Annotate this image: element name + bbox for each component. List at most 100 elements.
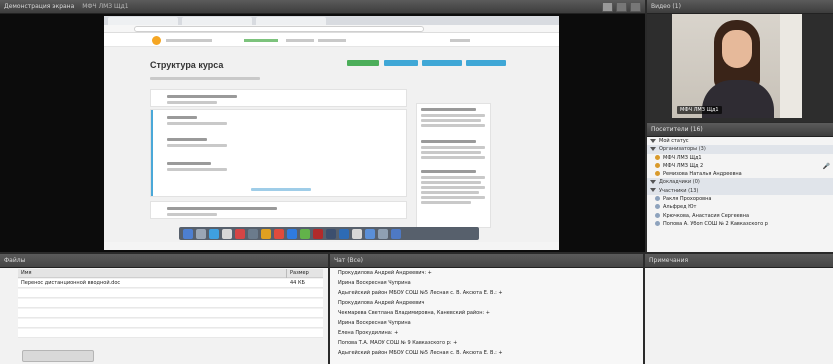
app-icon (378, 228, 388, 239)
screen-share-pod: Демонстрация экрана МФЧ ЛМЗ Щд1 Структур… (0, 0, 645, 252)
attendee-group-presenters[interactable]: Докладчики (0) (647, 178, 833, 187)
attendee-row[interactable]: Ракля Прохоровна (647, 195, 833, 203)
site-logo-icon (152, 36, 161, 45)
notes-title-bar: Примечания (645, 254, 833, 268)
chat-message: Прокудилова Андрей Андреевич: + (338, 270, 432, 276)
course-side-panel (416, 103, 491, 228)
chat-message: Ирина Воскресная Чуприна (338, 280, 411, 286)
browser-tab (108, 17, 178, 25)
files-pod: Файлы Имя Размер Перенос дистанционной в… (0, 254, 328, 364)
file-row-empty (18, 319, 323, 328)
page-action-button (347, 60, 379, 66)
group-label: Участники (13) (659, 187, 699, 194)
microphone-icon: 🎤 (822, 162, 830, 170)
app-icon (391, 228, 401, 239)
site-nav-placeholder (286, 39, 314, 42)
attendee-row[interactable]: МФЧ ЛМЗ Щд1 (647, 154, 833, 162)
chat-messages: Прокудилова Андрей Андреевич: + Ирина Во… (330, 268, 643, 364)
site-user-placeholder (450, 39, 470, 42)
chat-message: Прокудилова Андрей Андреевич (338, 300, 425, 306)
fullscreen-icon[interactable] (616, 2, 627, 12)
attendee-row[interactable]: Крючкова, Анастасия Сергеевна (647, 212, 833, 220)
course-section-card (150, 89, 407, 107)
participant-icon (655, 212, 660, 218)
camera-title: Видео (1) (651, 3, 681, 10)
download-file-button[interactable] (22, 350, 94, 362)
files-title: Файлы (4, 257, 26, 264)
site-nav-placeholder (166, 39, 212, 42)
chat-message: Попова Т.А. МАОУ СОШ № 9 Кавказского р: … (338, 340, 458, 346)
share-pod-tools (602, 2, 641, 12)
notes-pod: Примечания (645, 254, 833, 364)
host-icon (655, 162, 660, 168)
page-action-button (466, 60, 506, 66)
screen-share-title-bar: Демонстрация экрана МФЧ ЛМЗ Щд1 (0, 0, 645, 14)
app-icon (274, 228, 284, 239)
browser-address-bar (104, 25, 559, 33)
app-icon (196, 228, 206, 239)
group-label: Организаторы (3) (659, 146, 706, 153)
page-subtitle-placeholder (150, 77, 260, 80)
attendee-name: Альфред Ют (663, 204, 697, 211)
status-icon (650, 138, 656, 143)
attendee-row[interactable]: МФЧ ЛМЗ Щд 2 🎤 (647, 162, 833, 170)
attendees-pod: Посетители (16) Мой статус Организаторы … (647, 123, 833, 252)
url-field (134, 26, 424, 32)
files-title-bar: Файлы (0, 254, 328, 268)
chat-message: Елена Прокудилина: + (338, 330, 399, 336)
file-row-empty (18, 329, 323, 338)
attendee-group-participants[interactable]: Участники (13) (647, 186, 833, 196)
course-section-card (150, 109, 407, 197)
page-action-button (422, 60, 462, 66)
column-name-header[interactable]: Имя (21, 269, 32, 278)
notes-title: Примечания (649, 257, 689, 264)
group-label: Докладчики (0) (659, 179, 700, 186)
site-header (104, 33, 559, 47)
app-icon (300, 228, 310, 239)
app-icon (365, 228, 375, 239)
shared-desktop-view: Структура курса (104, 16, 559, 250)
participant-icon (655, 204, 660, 210)
app-icon (339, 228, 349, 239)
participant-icon (655, 220, 660, 226)
column-size-header[interactable]: Размер (286, 269, 309, 278)
chat-title-bar: Чат (Все) (330, 254, 643, 268)
browser-tab (256, 17, 326, 25)
attendee-name: Крючкова, Анастасия Сергеевна (663, 212, 750, 219)
attendees-title: Посетители (16) (651, 126, 703, 133)
attendee-name: МФЧ ЛМЗ Щд 2 (663, 162, 704, 169)
attendee-group-hosts[interactable]: Организаторы (3) (647, 145, 833, 154)
pod-menu-icon[interactable] (630, 2, 641, 12)
expand-icon (650, 146, 656, 151)
attendee-row[interactable]: Попова А. Убоп СОШ № 2 Кавказского р (647, 220, 833, 228)
camera-name-label: МФЧ ЛМЗ Щд1 (677, 106, 722, 114)
host-icon (655, 171, 660, 177)
file-size: 44 КБ (290, 280, 305, 286)
app-icon (261, 228, 271, 239)
my-status-row[interactable]: Мой статус (647, 137, 833, 145)
app-icon (248, 228, 258, 239)
fit-to-screen-icon[interactable] (602, 2, 613, 12)
attendee-name: МФЧ ЛМЗ Щд1 (663, 154, 702, 161)
file-row[interactable]: Перенос дистанционной вводной.doc 44 КБ (18, 279, 323, 288)
site-nav-placeholder (318, 39, 346, 42)
attendee-row[interactable]: Альфред Ют (647, 203, 833, 211)
attendee-name: Ракля Прохоровна (663, 196, 712, 203)
attendee-row[interactable]: Ремизова Наталья Андреевна (647, 170, 833, 178)
chat-message: Ирина Воскресная Чуприна (338, 320, 411, 326)
macos-dock (179, 227, 479, 240)
file-row-empty (18, 289, 323, 298)
course-title: Структура курса (150, 60, 224, 70)
file-row-empty (18, 309, 323, 318)
webcam-video (672, 14, 802, 118)
participant-icon (655, 196, 660, 202)
chat-pod: Чат (Все) Прокудилова Андрей Андреевич: … (330, 254, 643, 364)
presenter-name: МФЧ ЛМЗ Щд1 (82, 3, 129, 10)
chat-message: Адыгейский район МБОУ СОШ №5 Лесная с. В… (338, 290, 503, 296)
attendees-list: Мой статус Организаторы (3) МФЧ ЛМЗ Щд1 … (647, 137, 833, 252)
expand-icon (650, 179, 656, 184)
browser-tab-strip (104, 16, 559, 25)
app-icon (287, 228, 297, 239)
files-table-header: Имя Размер (18, 269, 323, 278)
attendee-name: Попова А. Убоп СОШ № 2 Кавказского р (663, 220, 768, 227)
